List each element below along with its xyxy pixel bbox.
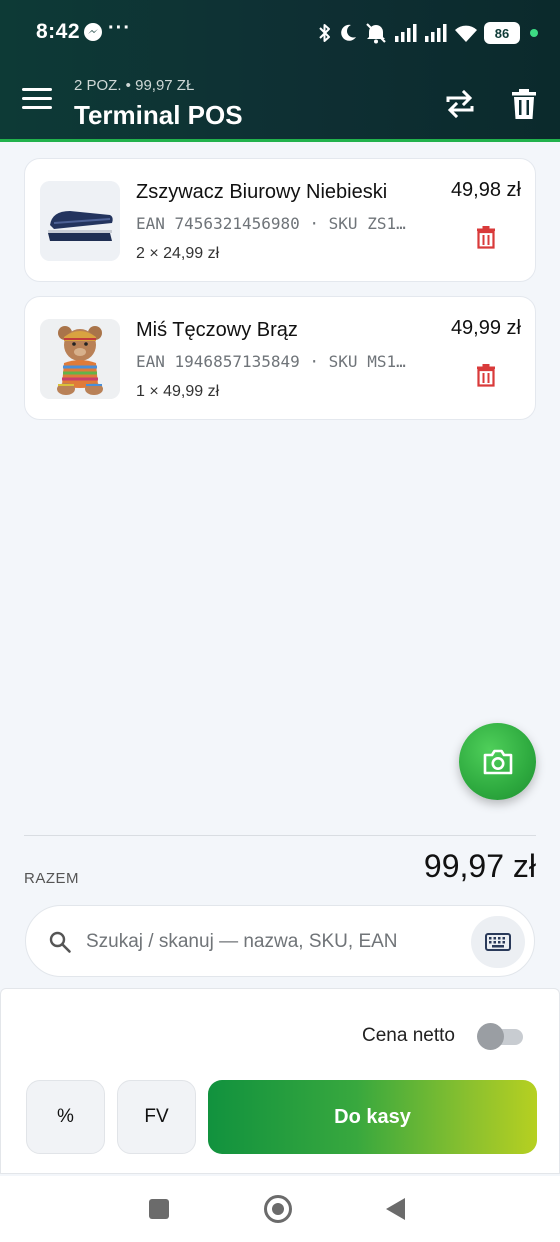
- battery-icon: 86: [484, 22, 520, 44]
- search-icon: [49, 931, 71, 953]
- invoice-button[interactable]: FV: [117, 1080, 196, 1154]
- delete-item-icon[interactable]: [475, 363, 497, 387]
- app-header: 8:42 ··· 86 2 POZ. • 99,97 ZŁ Terminal P…: [0, 0, 560, 142]
- total-value: 99,97 zł: [423, 848, 536, 884]
- moon-icon: [341, 24, 356, 41]
- wifi-icon: [455, 25, 477, 42]
- item-codes: EAN 7456321456980 · SKU ZS1…: [136, 214, 406, 233]
- item-name: Zszywacz Biurowy Niebieski: [136, 181, 388, 203]
- product-image-teddy-bear: [40, 319, 120, 399]
- toggle-knob: [477, 1023, 504, 1050]
- clear-cart-icon[interactable]: [508, 87, 540, 121]
- divider: [24, 835, 536, 836]
- status-bar: 8:42 ··· 86: [0, 0, 560, 64]
- search-bar: [25, 905, 535, 977]
- delete-item-icon[interactable]: [475, 225, 497, 249]
- signal-icon-2: [425, 24, 447, 42]
- signal-icon-1: [395, 24, 417, 42]
- status-icons: 86: [318, 20, 538, 46]
- checkout-button[interactable]: Do kasy: [208, 1080, 537, 1154]
- back-icon[interactable]: [386, 1198, 405, 1220]
- scan-camera-button[interactable]: [459, 723, 536, 800]
- keyboard-button[interactable]: [471, 916, 525, 968]
- system-nav-bar: [0, 1176, 560, 1242]
- menu-button[interactable]: [22, 88, 52, 112]
- page-title: Terminal POS: [74, 100, 243, 130]
- app-bar: 2 POZ. • 99,97 ZŁ Terminal POS: [0, 64, 560, 139]
- checkout-panel: Cena netto % FV Do kasy: [0, 988, 560, 1174]
- item-codes: EAN 1946857135849 · SKU MS1…: [136, 352, 406, 371]
- search-input[interactable]: [86, 924, 446, 960]
- netto-label: Cena netto: [362, 1025, 455, 1046]
- camera-icon: [483, 749, 512, 774]
- product-image-stapler: [40, 181, 120, 261]
- item-price: 49,99 zł: [450, 317, 521, 339]
- status-time: 8:42: [36, 20, 81, 43]
- cart-item[interactable]: Miś Tęczowy Brąz EAN 1946857135849 · SKU…: [24, 296, 536, 420]
- cart-item[interactable]: Zszywacz Biurowy Niebieski EAN 745632145…: [24, 158, 536, 282]
- privacy-dot-icon: [530, 29, 538, 37]
- item-name: Miś Tęczowy Brąz: [136, 319, 298, 341]
- keyboard-icon: [485, 933, 511, 951]
- recents-icon[interactable]: [149, 1199, 169, 1219]
- discount-button[interactable]: %: [26, 1080, 105, 1154]
- bluetooth-icon: [319, 24, 330, 42]
- total-label: RAZEM: [24, 870, 79, 887]
- mute-icon: [366, 23, 386, 44]
- item-quantity: 1 × 49,99 zł: [136, 383, 220, 400]
- status-more-icon: ···: [108, 17, 131, 39]
- home-icon[interactable]: [264, 1195, 292, 1223]
- messenger-icon: [84, 23, 102, 41]
- app-subtitle: 2 POZ. • 99,97 ZŁ: [74, 77, 195, 94]
- item-quantity: 2 × 24,99 zł: [136, 245, 220, 262]
- swap-icon[interactable]: [443, 87, 477, 121]
- netto-toggle[interactable]: [477, 1023, 523, 1050]
- item-price: 49,98 zł: [450, 179, 521, 201]
